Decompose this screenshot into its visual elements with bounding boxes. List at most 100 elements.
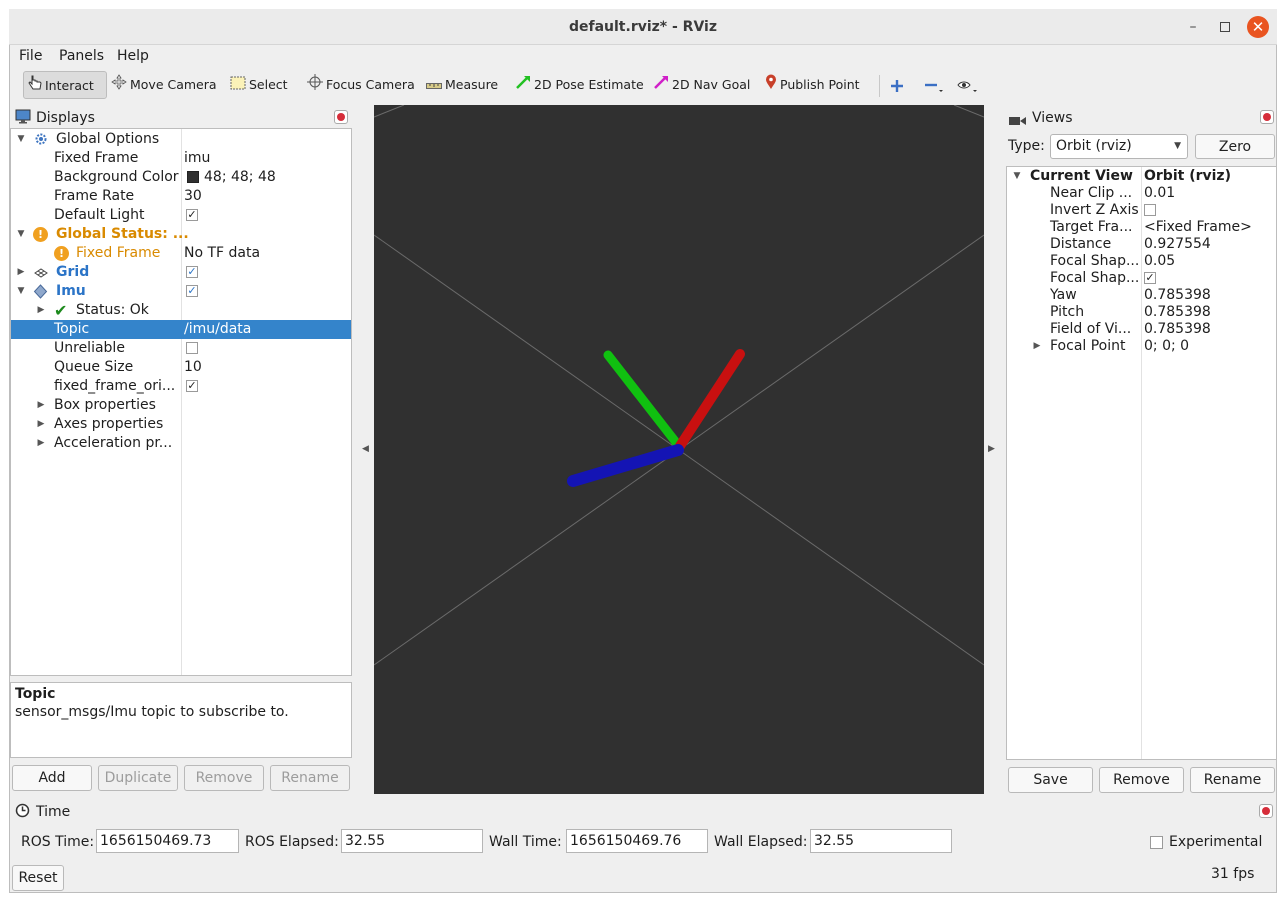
left-splitter-arrow-icon[interactable]: ◀ — [362, 444, 369, 454]
view-prop-value[interactable]: 0.927554 — [1144, 236, 1211, 253]
ros-time-field[interactable]: 1656150469.73 — [96, 829, 239, 853]
tree-row-unreliable[interactable]: Unreliable — [11, 339, 351, 358]
minimize-icon[interactable]: – — [1184, 18, 1202, 36]
close-views-panel-icon[interactable] — [1260, 110, 1274, 124]
remove-view-button[interactable]: Remove — [1099, 767, 1184, 793]
topic-value[interactable]: /imu/data — [184, 320, 251, 339]
view-prop-row[interactable]: Distance 0.927554 — [1007, 236, 1276, 253]
menu-help[interactable]: Help — [117, 45, 149, 67]
expand-arrow-icon[interactable]: ▶ — [36, 415, 46, 434]
reset-button[interactable]: Reset — [12, 865, 64, 891]
acceleration-properties-label: Acceleration pr... — [54, 435, 173, 451]
focal-shape-checkbox[interactable]: ✓ — [1144, 272, 1156, 284]
view-prop-value[interactable]: 0.785398 — [1144, 321, 1211, 338]
view-prop-value[interactable]: 0.785398 — [1144, 304, 1211, 321]
remove-display-button[interactable]: Remove — [184, 765, 264, 791]
maximize-icon[interactable] — [1216, 18, 1234, 36]
tree-row-status-fixed-frame[interactable]: ! Fixed Frame No TF data — [11, 244, 351, 263]
fixed-frame-value[interactable]: imu — [184, 149, 210, 168]
tree-row-fixed-frame[interactable]: Fixed Frame imu — [11, 149, 351, 168]
tree-row-current-view[interactable]: ▼ Current View Orbit (rviz) — [1007, 168, 1276, 185]
view-prop-row[interactable]: Yaw 0.785398 — [1007, 287, 1276, 304]
view-prop-row[interactable]: Pitch 0.785398 — [1007, 304, 1276, 321]
collapse-arrow-icon[interactable]: ▼ — [16, 130, 26, 149]
close-window-icon[interactable]: ✕ — [1247, 16, 1269, 38]
view-type-dropdown[interactable]: Orbit (rviz) ▼ — [1050, 134, 1188, 159]
view-prop-row[interactable]: Near Clip ... 0.01 — [1007, 185, 1276, 202]
duplicate-display-button[interactable]: Duplicate — [98, 765, 178, 791]
menu-panels[interactable]: Panels — [59, 45, 104, 67]
right-splitter-arrow-icon[interactable]: ▶ — [988, 444, 995, 454]
expand-arrow-icon[interactable]: ▶ — [36, 434, 46, 453]
view-prop-row[interactable]: Focal Shap... ✓ — [1007, 270, 1276, 287]
select-label: Select — [249, 77, 288, 92]
view-prop-value[interactable]: 0.785398 — [1144, 287, 1211, 304]
view-prop-row[interactable]: Focal Point ▶ 0; 0; 0 — [1007, 338, 1276, 355]
close-time-panel-icon[interactable] — [1259, 804, 1273, 818]
wall-elapsed-field[interactable]: 32.55 — [810, 829, 952, 853]
save-view-button[interactable]: Save — [1008, 767, 1093, 793]
invert-z-axis-checkbox[interactable] — [1144, 204, 1156, 216]
menu-file[interactable]: File — [19, 45, 42, 67]
fixed-frame-ori-checkbox[interactable]: ✓ — [186, 380, 198, 392]
collapse-arrow-icon[interactable]: ▼ — [1012, 168, 1022, 185]
tree-row-imu[interactable]: ▼ Imu ✓ — [11, 282, 351, 301]
wall-time-field[interactable]: 1656150469.76 — [566, 829, 708, 853]
queue-size-value[interactable]: 10 — [184, 358, 202, 377]
tree-row-queue-size[interactable]: Queue Size 10 — [11, 358, 351, 377]
tree-row-default-light[interactable]: Default Light ✓ — [11, 206, 351, 225]
background-color-value[interactable]: 48; 48; 48 — [204, 168, 276, 187]
collapse-arrow-icon[interactable]: ▼ — [16, 282, 26, 301]
view-prop-value[interactable]: 0.05 — [1144, 253, 1175, 270]
add-tool-icon[interactable] — [890, 71, 910, 99]
move-camera-tool-button[interactable]: Move Camera — [111, 71, 217, 99]
rename-view-button[interactable]: Rename — [1190, 767, 1275, 793]
view-prop-value[interactable]: <Fixed Frame> — [1144, 219, 1252, 236]
pose-estimate-tool-button[interactable]: 2D Pose Estimate — [515, 71, 644, 99]
measure-tool-button[interactable]: Measure — [426, 71, 498, 99]
unreliable-checkbox[interactable] — [186, 342, 198, 354]
view-prop-row[interactable]: Focal Shap... 0.05 — [1007, 253, 1276, 270]
ros-elapsed-field[interactable]: 32.55 — [341, 829, 483, 853]
view-prop-row[interactable]: Field of Vi... 0.785398 — [1007, 321, 1276, 338]
tree-row-topic-selected[interactable]: Topic /imu/data — [11, 320, 351, 339]
remove-tool-icon[interactable] — [923, 71, 949, 99]
view-prop-row[interactable]: Target Fra... <Fixed Frame> — [1007, 219, 1276, 236]
close-displays-panel-icon[interactable] — [334, 110, 348, 124]
eye-icon[interactable] — [956, 71, 982, 99]
tree-row-acceleration-properties[interactable]: ▶ Acceleration pr... — [11, 434, 351, 453]
tree-row-fixed-frame-orientation[interactable]: fixed_frame_ori... ✓ — [11, 377, 351, 396]
focus-camera-tool-button[interactable]: Focus Camera — [307, 71, 415, 99]
view-prop-row[interactable]: Invert Z Axis — [1007, 202, 1276, 219]
add-display-button[interactable]: Add — [12, 765, 92, 791]
expand-arrow-icon[interactable]: ▶ — [16, 263, 26, 282]
tree-row-status-ok[interactable]: ▶ ✔ Status: Ok — [11, 301, 351, 320]
grid-checkbox[interactable]: ✓ — [186, 266, 198, 278]
zero-view-button[interactable]: Zero — [1195, 134, 1275, 159]
collapse-arrow-icon[interactable]: ▼ — [16, 225, 26, 244]
color-swatch[interactable] — [187, 171, 199, 183]
expand-arrow-icon[interactable]: ▶ — [36, 396, 46, 415]
frame-rate-value[interactable]: 30 — [184, 187, 202, 206]
imu-checkbox[interactable]: ✓ — [186, 285, 198, 297]
tree-row-frame-rate[interactable]: Frame Rate 30 — [11, 187, 351, 206]
tree-row-global-options[interactable]: ▼ Global Options — [11, 130, 351, 149]
expand-arrow-icon[interactable]: ▶ — [36, 301, 46, 320]
tree-row-grid[interactable]: ▶ Grid ✓ — [11, 263, 351, 282]
expand-arrow-icon[interactable]: ▶ — [1032, 338, 1042, 355]
select-tool-button[interactable]: Select — [230, 71, 288, 99]
nav-goal-tool-button[interactable]: 2D Nav Goal — [653, 71, 750, 99]
publish-point-tool-button[interactable]: Publish Point — [765, 71, 860, 99]
rename-display-button[interactable]: Rename — [270, 765, 350, 791]
view-prop-label: Invert Z Axis — [1050, 202, 1139, 218]
interact-tool-button[interactable]: Interact — [23, 71, 107, 99]
tree-row-background-color[interactable]: Background Color 48; 48; 48 — [11, 168, 351, 187]
experimental-checkbox[interactable] — [1150, 836, 1163, 849]
tree-row-box-properties[interactable]: ▶ Box properties — [11, 396, 351, 415]
tree-row-axes-properties[interactable]: ▶ Axes properties — [11, 415, 351, 434]
view-prop-value[interactable]: 0.01 — [1144, 185, 1175, 202]
tree-row-global-status[interactable]: ▼ ! Global Status: ... — [11, 225, 351, 244]
render-viewport[interactable] — [374, 105, 984, 794]
view-prop-value[interactable]: 0; 0; 0 — [1144, 338, 1189, 355]
default-light-checkbox[interactable]: ✓ — [186, 209, 198, 221]
